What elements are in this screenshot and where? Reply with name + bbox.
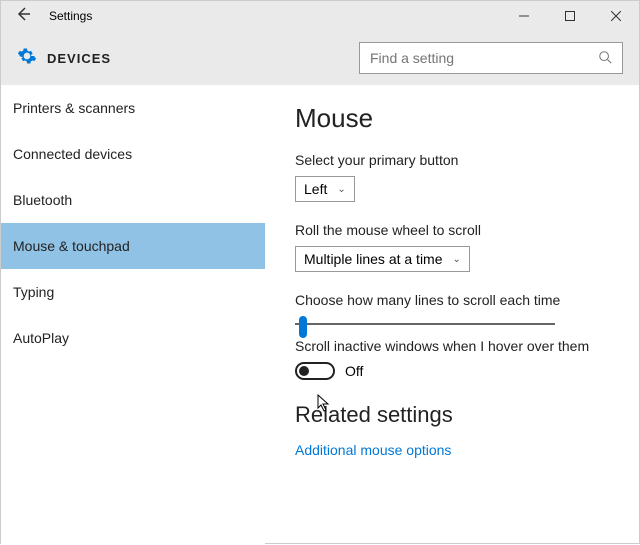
slider-track	[295, 323, 555, 325]
sidebar-item-label: Mouse & touchpad	[13, 238, 130, 254]
section-title: DEVICES	[47, 51, 111, 66]
wheel-scroll-label: Roll the mouse wheel to scroll	[295, 222, 609, 238]
titlebar: Settings	[1, 1, 639, 31]
sidebar-item-label: AutoPlay	[13, 330, 69, 346]
wheel-scroll-dropdown[interactable]: Multiple lines at a time ⌄	[295, 246, 470, 272]
chevron-down-icon: ⌄	[337, 184, 345, 195]
search-box[interactable]	[359, 42, 623, 74]
slider-thumb[interactable]	[299, 316, 307, 338]
related-heading: Related settings	[295, 402, 609, 428]
sidebar-item-mouse[interactable]: Mouse & touchpad	[1, 223, 265, 269]
page-title: Mouse	[295, 103, 609, 134]
chevron-down-icon: ⌄	[453, 254, 461, 265]
search-input[interactable]	[370, 50, 598, 66]
search-icon	[598, 50, 612, 67]
lines-slider[interactable]	[295, 316, 609, 318]
primary-button-label: Select your primary button	[295, 152, 609, 168]
sidebar-item-connected[interactable]: Connected devices	[1, 131, 265, 177]
additional-mouse-link[interactable]: Additional mouse options	[295, 442, 609, 458]
sidebar: Printers & scanners Connected devices Bl…	[1, 85, 265, 545]
inactive-toggle[interactable]	[295, 362, 335, 380]
sidebar-item-label: Printers & scanners	[13, 100, 135, 116]
header: DEVICES	[1, 31, 639, 85]
maximize-icon	[565, 11, 575, 21]
window-title: Settings	[49, 9, 92, 23]
maximize-button[interactable]	[547, 1, 593, 31]
content: Mouse Select your primary button Left ⌄ …	[265, 85, 639, 545]
sidebar-item-label: Bluetooth	[13, 192, 72, 208]
sidebar-item-typing[interactable]: Typing	[1, 269, 265, 315]
toggle-state: Off	[345, 363, 363, 379]
close-icon	[611, 11, 621, 21]
sidebar-item-label: Connected devices	[13, 146, 132, 162]
toggle-knob	[299, 366, 309, 376]
lines-label: Choose how many lines to scroll each tim…	[295, 292, 609, 308]
cursor-icon	[317, 394, 331, 417]
minimize-button[interactable]	[501, 1, 547, 31]
sidebar-item-label: Typing	[13, 284, 54, 300]
sidebar-item-bluetooth[interactable]: Bluetooth	[1, 177, 265, 223]
dropdown-value: Multiple lines at a time	[304, 251, 443, 267]
back-button[interactable]	[1, 6, 45, 27]
gear-icon	[17, 46, 37, 71]
minimize-icon	[519, 11, 529, 21]
sidebar-item-printers[interactable]: Printers & scanners	[1, 85, 265, 131]
primary-button-dropdown[interactable]: Left ⌄	[295, 176, 355, 202]
sidebar-item-autoplay[interactable]: AutoPlay	[1, 315, 265, 361]
dropdown-value: Left	[304, 181, 327, 197]
inactive-label: Scroll inactive windows when I hover ove…	[295, 338, 609, 354]
close-button[interactable]	[593, 1, 639, 31]
arrow-left-icon	[15, 6, 31, 22]
